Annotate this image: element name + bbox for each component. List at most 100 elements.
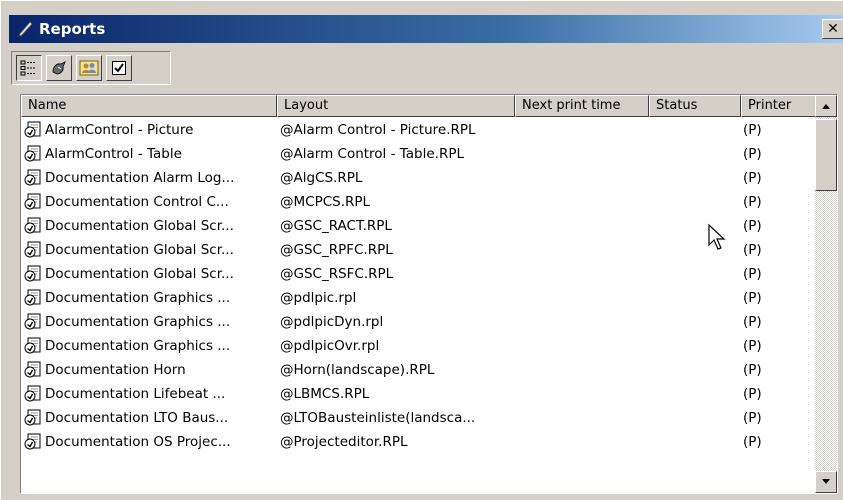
report-name-cell: Documentation Graphics ... — [21, 289, 274, 307]
list-item[interactable]: Documentation OS Projec... @Projectedito… — [21, 430, 817, 454]
reports-list[interactable]: Name Layout Next print time Status Print… — [20, 94, 838, 494]
column-header-status[interactable]: Status — [649, 95, 741, 117]
list-item[interactable]: AlarmControl - Picture @Alarm Control - … — [21, 118, 817, 142]
report-name-cell: Documentation Lifebeat ... — [21, 385, 274, 403]
report-icon — [24, 121, 41, 138]
scroll-thumb[interactable] — [815, 119, 837, 191]
report-layout: @Projecteditor.RPL — [280, 434, 408, 450]
report-layout: @GSC_RACT.RPL — [280, 218, 392, 234]
report-icon — [24, 433, 41, 450]
report-printer: (P) — [743, 362, 762, 378]
column-header-layout[interactable]: Layout — [277, 95, 515, 117]
report-layout: @LBMCS.RPL — [280, 386, 370, 402]
column-header-name[interactable]: Name — [21, 95, 277, 117]
list-item[interactable]: Documentation Global Scr... @GSC_RPFC.RP… — [21, 238, 817, 262]
report-icon — [24, 409, 41, 426]
report-name-cell: AlarmControl - Table — [21, 145, 274, 163]
users-icon — [79, 60, 99, 76]
vertical-scrollbar[interactable] — [815, 95, 837, 493]
report-name: AlarmControl - Table — [45, 146, 182, 162]
close-button[interactable]: ✕ — [822, 19, 843, 39]
list-view-icon — [20, 60, 36, 76]
report-name-cell: Documentation Global Scr... — [21, 241, 274, 259]
quill-report-icon — [17, 21, 33, 37]
report-layout: @GSC_RSFC.RPL — [280, 266, 394, 282]
report-name-cell: Documentation Control C... — [21, 193, 274, 211]
report-printer: (P) — [743, 386, 762, 402]
report-icon — [24, 145, 41, 162]
report-name: Documentation Horn — [45, 362, 186, 378]
report-icon — [24, 385, 41, 402]
report-printer: (P) — [743, 410, 762, 426]
window-title: Reports — [39, 20, 106, 38]
report-name-cell: Documentation LTO Baus... — [21, 409, 274, 427]
list-item[interactable]: Documentation Graphics ... @pdlpicDyn.rp… — [21, 310, 817, 334]
report-name: Documentation Alarm Log... — [45, 170, 235, 186]
report-layout: @Horn(landscape).RPL — [280, 362, 435, 378]
title-bar[interactable]: Reports ✕ — [9, 15, 843, 43]
report-layout: @Alarm Control - Picture.RPL — [280, 122, 476, 138]
report-name: Documentation Global Scr... — [45, 242, 234, 258]
report-layout: @pdlpicDyn.rpl — [280, 314, 384, 330]
report-printer: (P) — [743, 290, 762, 306]
report-name: Documentation Global Scr... — [45, 266, 234, 282]
report-name: Documentation Lifebeat ... — [45, 386, 226, 402]
report-printer: (P) — [743, 338, 762, 354]
report-name: Documentation Graphics ... — [45, 338, 231, 354]
list-item[interactable]: Documentation Graphics ... @pdlpicOvr.rp… — [21, 334, 817, 358]
list-item[interactable]: Documentation Global Scr... @GSC_RSFC.RP… — [21, 262, 817, 286]
report-name-cell: Documentation Global Scr... — [21, 217, 274, 235]
list-item[interactable]: Documentation Global Scr... @GSC_RACT.RP… — [21, 214, 817, 238]
report-icon — [24, 193, 41, 210]
report-icon — [24, 289, 41, 306]
report-name-cell: AlarmControl - Picture — [21, 121, 274, 139]
report-printer: (P) — [743, 242, 762, 258]
select-button[interactable] — [106, 55, 132, 81]
close-icon: ✕ — [827, 21, 839, 37]
report-icon — [24, 241, 41, 258]
report-name-cell: Documentation OS Projec... — [21, 433, 274, 451]
report-printer: (P) — [743, 314, 762, 330]
list-item[interactable]: Documentation LTO Baus... @LTOBausteinli… — [21, 406, 817, 430]
report-icon — [24, 169, 41, 186]
scroll-up-button[interactable] — [815, 95, 837, 117]
scroll-down-button[interactable] — [815, 471, 837, 493]
report-printer: (P) — [743, 218, 762, 234]
report-layout: @MCPCS.RPL — [280, 194, 371, 210]
report-name-cell: Documentation Global Scr... — [21, 265, 274, 283]
report-layout: @AlgCS.RPL — [280, 170, 363, 186]
toolbar — [11, 51, 171, 85]
list-item[interactable]: Documentation Control C... @MCPCS.RPL (P… — [21, 190, 817, 214]
report-icon — [24, 337, 41, 354]
list-item[interactable]: Documentation Horn @Horn(landscape).RPL … — [21, 358, 817, 382]
mouse-cursor-icon — [708, 223, 726, 250]
list-header: Name Layout Next print time Status Print… — [21, 95, 817, 117]
list-view-button[interactable] — [16, 55, 42, 81]
report-printer: (P) — [743, 434, 762, 450]
report-name-cell: Documentation Graphics ... — [21, 313, 274, 331]
arrow-down-icon — [822, 479, 830, 484]
report-printer: (P) — [743, 266, 762, 282]
report-name-cell: Documentation Graphics ... — [21, 337, 274, 355]
report-layout: @LTOBausteinliste(landsca... — [280, 410, 476, 426]
report-name: Documentation Graphics ... — [45, 290, 231, 306]
report-name-cell: Documentation Horn — [21, 361, 274, 379]
report-name: Documentation OS Projec... — [45, 434, 231, 450]
list-item[interactable]: Documentation Graphics ... @pdlpic.rpl (… — [21, 286, 817, 310]
report-printer: (P) — [743, 170, 762, 186]
list-item[interactable]: AlarmControl - Table @Alarm Control - Ta… — [21, 142, 817, 166]
list-item[interactable]: Documentation Alarm Log... @AlgCS.RPL (P… — [21, 166, 817, 190]
report-printer: (P) — [743, 146, 762, 162]
reports-window: Reports ✕ Name Layout Next print time St… — [0, 0, 843, 500]
report-icon — [24, 313, 41, 330]
arrow-up-icon — [822, 104, 830, 109]
report-name: AlarmControl - Picture — [45, 122, 194, 138]
print-job-button[interactable] — [46, 55, 72, 81]
column-header-printer[interactable]: Printer — [741, 95, 817, 117]
users-button[interactable] — [76, 55, 102, 81]
report-icon — [24, 361, 41, 378]
list-item[interactable]: Documentation Lifebeat ... @LBMCS.RPL (P… — [21, 382, 817, 406]
column-header-next-print-time[interactable]: Next print time — [515, 95, 649, 117]
report-layout: @pdlpicOvr.rpl — [280, 338, 380, 354]
report-name-cell: Documentation Alarm Log... — [21, 169, 274, 187]
